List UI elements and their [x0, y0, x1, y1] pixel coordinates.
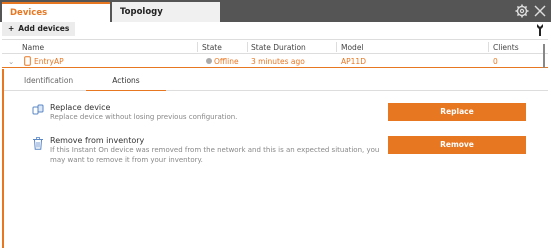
- column-divider: [247, 42, 248, 52]
- scrollbar[interactable]: [541, 40, 547, 70]
- column-divider: [197, 42, 198, 52]
- remove-description-line2: may want to remove it from your inventor…: [50, 156, 203, 164]
- status-dot: [206, 58, 212, 64]
- device-state: Offline: [214, 57, 239, 66]
- toolbar: + Add devices: [0, 22, 551, 38]
- replace-icon: [32, 104, 44, 115]
- column-divider: [336, 42, 337, 52]
- tab-devices[interactable]: Devices: [2, 2, 110, 22]
- device-clients: 0: [493, 57, 498, 66]
- add-devices-label: Add devices: [18, 24, 70, 33]
- device-model: AP11D: [341, 57, 366, 66]
- device-table: Name State State Duration Model Clients …: [2, 39, 548, 248]
- close-icon[interactable]: [533, 4, 547, 18]
- device-state-duration: 3 minutes ago: [251, 57, 305, 66]
- gear-icon[interactable]: [515, 4, 529, 18]
- tab-actions[interactable]: Actions: [86, 76, 166, 91]
- scrollbar-thumb[interactable]: [543, 44, 545, 68]
- device-name[interactable]: EntryAP: [34, 57, 64, 66]
- col-state-duration-header[interactable]: State Duration: [251, 43, 306, 52]
- tab-bar: Devices Topology: [0, 0, 551, 22]
- replace-action: Replace device Replace device without lo…: [50, 103, 380, 122]
- tab-topology[interactable]: Topology: [112, 2, 220, 22]
- table-header: Name State State Duration Model Clients: [2, 40, 548, 54]
- device-detail-panel: Identification Actions Replace device Re…: [2, 69, 548, 248]
- table-row[interactable]: ⌄ EntryAP Offline 3 minutes ago AP11D 0: [2, 54, 548, 68]
- detail-tabs: Identification Actions: [4, 69, 548, 91]
- remove-description-line1: If this Instant On device was removed fr…: [50, 146, 380, 154]
- col-model-header[interactable]: Model: [341, 43, 364, 52]
- remove-action: Remove from inventory If this Instant On…: [50, 136, 380, 165]
- col-state-header[interactable]: State: [202, 43, 222, 52]
- add-devices-button[interactable]: + Add devices: [2, 22, 76, 36]
- remove-button[interactable]: Remove: [388, 136, 526, 154]
- chevron-down-icon[interactable]: ⌄: [8, 57, 14, 66]
- remove-title: Remove from inventory: [50, 136, 145, 145]
- replace-title: Replace device: [50, 103, 111, 112]
- col-clients-header[interactable]: Clients: [493, 43, 519, 52]
- trash-icon: [33, 137, 43, 150]
- tab-identification[interactable]: Identification: [24, 76, 73, 85]
- device-icon: [24, 56, 31, 66]
- tool-icon[interactable]: [535, 23, 545, 37]
- replace-button[interactable]: Replace: [388, 103, 526, 121]
- column-divider: [488, 42, 489, 52]
- replace-description: Replace device without losing previous c…: [50, 113, 238, 121]
- col-name-header[interactable]: Name: [22, 43, 44, 52]
- plus-icon: +: [8, 24, 15, 33]
